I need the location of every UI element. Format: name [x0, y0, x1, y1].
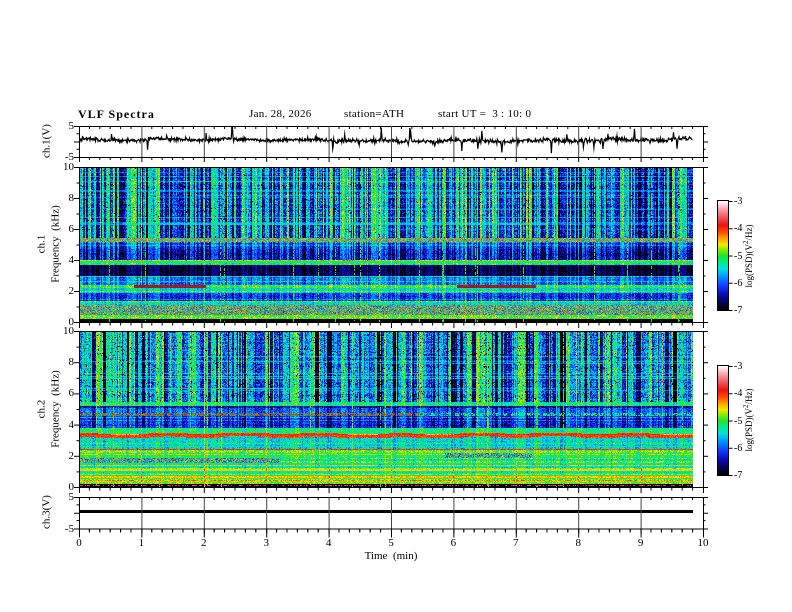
x-tick-label: 9 — [637, 537, 644, 549]
y-tick-label: 10 — [63, 161, 74, 173]
y-tick-label: 8 — [68, 356, 75, 369]
colorbar-tick-label: -6 — [734, 442, 743, 454]
x-tick-label: 5 — [388, 537, 394, 549]
x-tick-label: 8 — [575, 537, 581, 549]
y-tick-label: 0 — [68, 481, 75, 493]
y-tick-label: 5 — [68, 491, 75, 503]
x-tick-label: 0 — [76, 537, 82, 549]
colorbar-tick-label: -4 — [734, 223, 743, 235]
x-tick-label: 2 — [201, 537, 207, 549]
colorbar-tick-label: -7 — [734, 305, 743, 316]
y-tick-label: 2 — [68, 285, 75, 297]
y-tick-label: 5 — [68, 120, 75, 132]
colorbar-tick-label: -7 — [734, 470, 743, 481]
colorbar-tick-label: -5 — [734, 415, 743, 427]
y-tick-label: 2 — [68, 449, 75, 462]
colorbar-tick-label: -3 — [734, 361, 743, 372]
y-tick-label: 6 — [68, 387, 75, 400]
x-tick-label: 4 — [325, 537, 332, 549]
x-tick-label: 3 — [263, 537, 269, 549]
vlf-spectra-figure: VLF Spectra Jan. 28, 2026 station=ATH st… — [0, 0, 792, 612]
colorbar-tick-label: -6 — [734, 277, 743, 289]
x-tick-label: 1 — [138, 537, 145, 549]
x-tick-label: 10 — [697, 537, 709, 549]
y-tick-label: 8 — [68, 192, 75, 204]
y-tick-label: 4 — [68, 418, 75, 431]
axes-overlay — [74, 126, 733, 538]
x-tick-label: 7 — [513, 537, 519, 549]
colorbar-tick-label: -4 — [734, 388, 743, 400]
colorbar-tick-label: -5 — [734, 250, 743, 262]
y-tick-label: 6 — [68, 223, 75, 235]
x-tick-label: 6 — [450, 537, 457, 549]
y-tick-label: 10 — [63, 325, 74, 337]
y-tick-label: -5 — [64, 522, 74, 535]
colorbar-tick-label: -3 — [734, 196, 743, 207]
y-tick-label: 4 — [68, 254, 75, 266]
